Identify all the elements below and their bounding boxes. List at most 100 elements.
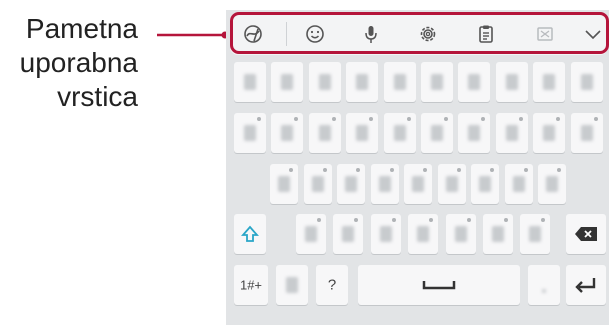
backspace-key[interactable] <box>566 214 606 254</box>
key-hint <box>389 168 394 172</box>
key-glyph <box>445 176 458 192</box>
letter-key[interactable] <box>471 164 499 204</box>
comma-key[interactable] <box>276 265 308 305</box>
key-glyph <box>543 125 556 141</box>
key-hint <box>504 218 508 222</box>
letter-key[interactable] <box>570 113 603 153</box>
key-glyph <box>318 125 331 141</box>
key-hint <box>331 117 336 121</box>
letter-key[interactable] <box>383 113 416 153</box>
key-glyph <box>580 74 593 90</box>
letter-key[interactable] <box>437 164 466 204</box>
letter-key[interactable] <box>421 62 453 102</box>
letter-key[interactable] <box>337 164 365 204</box>
key-hint <box>466 218 471 222</box>
letter-key[interactable] <box>520 214 551 254</box>
key-hint <box>369 117 374 121</box>
key-glyph <box>505 74 518 90</box>
question-key-label: ? <box>327 276 337 294</box>
letter-key[interactable] <box>504 164 533 204</box>
letter-key[interactable] <box>270 164 298 204</box>
key-glyph <box>342 226 355 242</box>
letter-key[interactable] <box>308 113 341 153</box>
key-glyph <box>393 125 406 141</box>
letter-key[interactable] <box>495 113 528 153</box>
spacebar-icon <box>422 281 456 290</box>
letter-key[interactable] <box>346 62 379 102</box>
key-hint <box>257 117 261 121</box>
letter-key[interactable] <box>458 113 491 153</box>
key-hint <box>523 168 528 172</box>
key-hint <box>593 117 598 121</box>
key-hint <box>289 168 293 172</box>
question-key[interactable]: ? <box>316 265 348 305</box>
key-glyph <box>431 125 443 141</box>
letter-key[interactable] <box>445 214 476 254</box>
spacebar-key[interactable] <box>358 265 520 305</box>
key-glyph <box>244 74 256 90</box>
shift-key[interactable] <box>234 214 266 254</box>
period-key[interactable] <box>528 265 560 305</box>
key-glyph <box>286 277 298 293</box>
letter-key[interactable] <box>408 214 439 254</box>
key-hint <box>456 168 461 172</box>
letter-key[interactable] <box>234 62 266 102</box>
key-glyph <box>281 74 294 90</box>
key-hint <box>322 168 327 172</box>
key-hint <box>354 218 359 222</box>
letter-key[interactable] <box>458 62 491 102</box>
key-glyph <box>542 289 546 293</box>
key-glyph <box>580 125 593 141</box>
enter-icon <box>575 278 596 293</box>
key-hint <box>444 117 448 121</box>
letter-key[interactable] <box>570 62 603 102</box>
key-glyph <box>417 226 430 242</box>
letter-key[interactable] <box>370 164 399 204</box>
letter-key[interactable] <box>495 62 528 102</box>
key-glyph <box>479 176 491 192</box>
key-glyph <box>505 125 518 141</box>
letter-key[interactable] <box>533 113 566 153</box>
letter-key[interactable] <box>271 113 304 153</box>
key-glyph <box>468 125 481 141</box>
key-glyph <box>468 74 481 90</box>
letter-key[interactable] <box>346 113 379 153</box>
key-hint <box>423 168 427 172</box>
letter-key[interactable] <box>370 214 401 254</box>
letter-key[interactable] <box>296 214 326 254</box>
key-glyph <box>356 74 369 90</box>
key-glyph <box>543 74 556 90</box>
key-hint <box>518 117 523 121</box>
key-glyph <box>431 74 443 90</box>
letter-key[interactable] <box>333 214 364 254</box>
key-glyph <box>412 176 424 192</box>
symbols-key-label: 1#+ <box>239 277 263 293</box>
key-glyph <box>529 226 542 242</box>
letter-key[interactable] <box>383 62 416 102</box>
letter-key[interactable] <box>533 62 566 102</box>
key-glyph <box>345 176 357 192</box>
letter-key[interactable] <box>271 62 304 102</box>
key-glyph <box>311 176 324 192</box>
letter-key[interactable] <box>308 62 341 102</box>
shift-icon <box>241 225 259 242</box>
key-glyph <box>454 226 467 242</box>
letter-key[interactable] <box>234 113 266 153</box>
key-glyph <box>546 176 558 192</box>
symbols-key[interactable]: 1#+ <box>234 265 268 305</box>
key-glyph <box>244 125 256 141</box>
letter-key[interactable] <box>483 214 513 254</box>
backspace-icon <box>575 227 597 241</box>
key-glyph <box>356 125 369 141</box>
enter-key[interactable] <box>566 265 606 305</box>
letter-key[interactable] <box>421 113 453 153</box>
key-hint <box>356 168 360 172</box>
letter-key[interactable] <box>303 164 332 204</box>
keyboard: 1#+ ? <box>226 10 609 325</box>
key-hint <box>556 117 561 121</box>
key-glyph <box>378 176 391 192</box>
key-glyph <box>318 74 331 90</box>
key-hint <box>490 168 494 172</box>
letter-key[interactable] <box>538 164 566 204</box>
letter-key[interactable] <box>404 164 432 204</box>
